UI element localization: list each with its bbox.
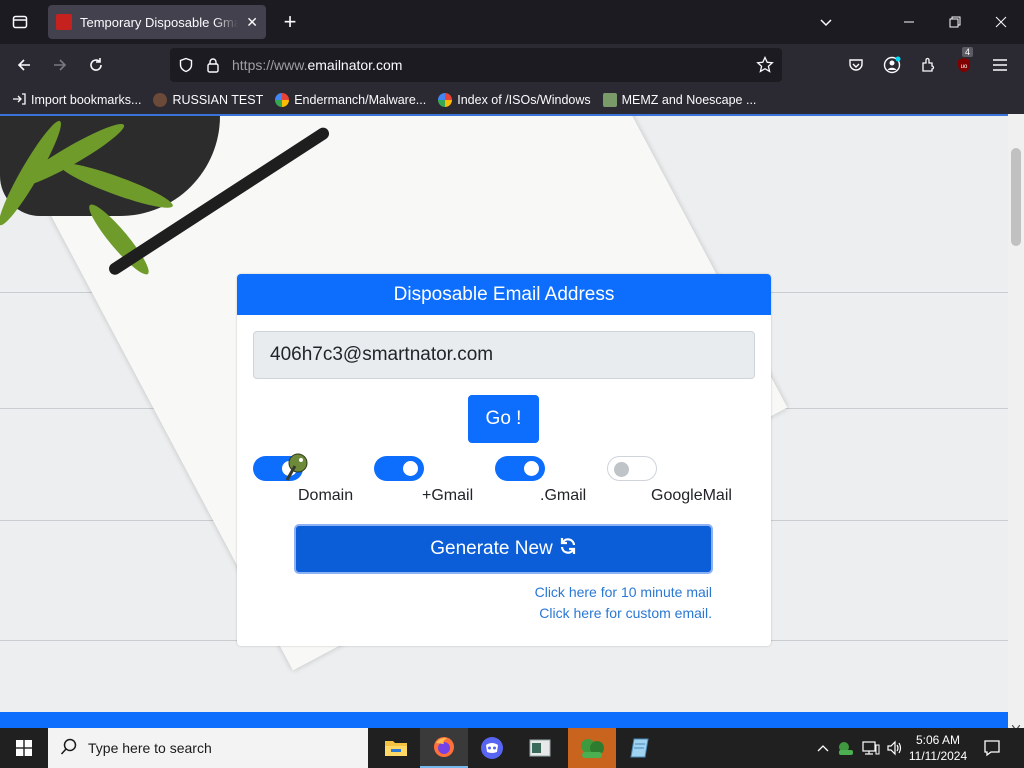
account-icon[interactable] [880,53,904,77]
forward-arrow-icon[interactable] [48,53,72,77]
bookmark-endermanch[interactable]: Endermanch/Malware... [275,93,426,107]
toggle-knob [403,461,418,476]
gmail-favicon-icon [56,14,72,30]
extension-badge: 4 [962,47,974,57]
refresh-icon [559,537,577,561]
toggle-knob [614,462,629,477]
clock-time: 5:06 AM [915,733,961,747]
browser-tab[interactable]: Temporary Disposable Gmail | T ✕ [48,5,266,39]
bookmark-russian-test[interactable]: RUSSIAN TEST [153,93,263,107]
ublock-icon[interactable]: uo 4 [952,47,976,77]
generate-new-button[interactable]: Generate New [294,524,713,574]
cursor-pointer-icon [283,452,311,482]
scrollbar-thumb[interactable] [1011,148,1021,246]
taskbar-search-box[interactable]: Type here to search [48,728,368,768]
russian-test-favicon-icon [153,93,168,107]
card-header: Disposable Email Address [237,274,771,315]
url-domain: emailnator.com [307,57,403,73]
lock-icon[interactable] [206,57,224,73]
bookmark-star-icon[interactable] [756,55,774,77]
plus-gmail-toggle[interactable] [374,456,424,481]
disposable-email-card: Disposable Email Address Go ! Domain +Gm… [237,274,771,646]
memz-favicon-icon [602,93,617,107]
network-icon[interactable] [860,728,882,768]
taskbar-clock[interactable]: 5:06 AM 11/11/2024 [906,728,970,768]
back-arrow-icon[interactable] [12,53,36,77]
windows-start-icon[interactable] [0,728,48,768]
browser-navbar: https://www.emailnator.com uo 4 [0,44,1024,86]
import-icon [12,92,26,109]
google-icon [438,93,453,107]
dot-gmail-toggle[interactable] [495,456,545,481]
toggle-knob [524,461,539,476]
tab-title: Temporary Disposable Gmail | T [80,14,239,30]
url-protocol: https://www. [232,57,308,73]
bookmark-label: MEMZ and Noescape ... [621,93,757,107]
dot-gmail-label: .Gmail [540,487,587,504]
close-tab-icon[interactable]: ✕ [246,14,258,31]
close-window-icon[interactable] [989,10,1013,34]
show-hidden-icons-chevron-icon[interactable] [814,728,832,768]
url-bar[interactable]: https://www.emailnator.com [170,48,782,82]
bookmark-memz[interactable]: MEMZ and Noescape ... [602,93,757,107]
bookmark-label: RUSSIAN TEST [172,93,264,107]
bookmark-import[interactable]: Import bookmarks... [12,92,141,109]
bookmark-label: Index of /ISOs/Windows [457,93,591,107]
tab-list-icon[interactable] [8,10,32,34]
search-placeholder: Type here to search [88,740,212,756]
search-icon [60,738,78,759]
tracking-shield-icon[interactable] [178,57,196,73]
app-window-icon[interactable] [516,728,564,768]
plus-gmail-label: +Gmail [422,487,474,504]
pocket-icon[interactable] [844,53,868,77]
extensions-icon[interactable] [916,53,940,77]
notifications-icon[interactable] [976,728,1008,768]
notepad-icon[interactable] [616,728,664,768]
clock-date: 11/11/2024 [908,749,968,763]
windows-taskbar: Type here to search 5:06 AM 11/11/2024 [0,728,1024,768]
bookmark-isos[interactable]: Index of /ISOs/Windows [438,93,591,107]
page-content: Disposable Email Address Go ! Domain +Gm… [0,114,1008,712]
bookmarks-toolbar: Import bookmarks... RUSSIAN TEST Enderma… [0,86,1024,114]
go-button[interactable]: Go ! [468,395,539,443]
googlemail-toggle[interactable] [607,456,657,481]
file-explorer-icon[interactable] [372,728,420,768]
domain-label: Domain [298,487,354,504]
bonzi-app-icon[interactable] [568,728,616,768]
chevron-down-icon[interactable] [814,10,838,34]
googlemail-label: GoogleMail [651,487,732,504]
discord-icon[interactable] [468,728,516,768]
firefox-taskbar-icon[interactable] [420,728,468,768]
minimize-icon[interactable] [897,10,921,34]
reload-icon[interactable] [84,53,108,77]
url-text[interactable]: https://www.emailnator.com [232,57,402,73]
new-tab-icon[interactable]: + [278,9,302,34]
volume-icon[interactable] [884,728,906,768]
ten-minute-mail-link[interactable]: Click here for 10 minute mail [535,584,712,600]
bookmark-label: Import bookmarks... [31,93,142,107]
restore-icon[interactable] [943,10,967,34]
custom-email-link[interactable]: Click here for custom email. [539,605,712,621]
bookmark-label: Endermanch/Malware... [294,93,427,107]
browser-titlebar: Temporary Disposable Gmail | T ✕ + [0,0,1024,44]
generate-new-label: Generate New [430,538,553,559]
email-address-field[interactable] [253,331,755,379]
page-scrollbar[interactable] [1008,114,1024,732]
google-icon [275,93,290,107]
bonzi-tray-icon[interactable] [836,728,856,768]
svg-text:uo: uo [961,64,968,70]
hamburger-menu-icon[interactable] [988,53,1012,77]
